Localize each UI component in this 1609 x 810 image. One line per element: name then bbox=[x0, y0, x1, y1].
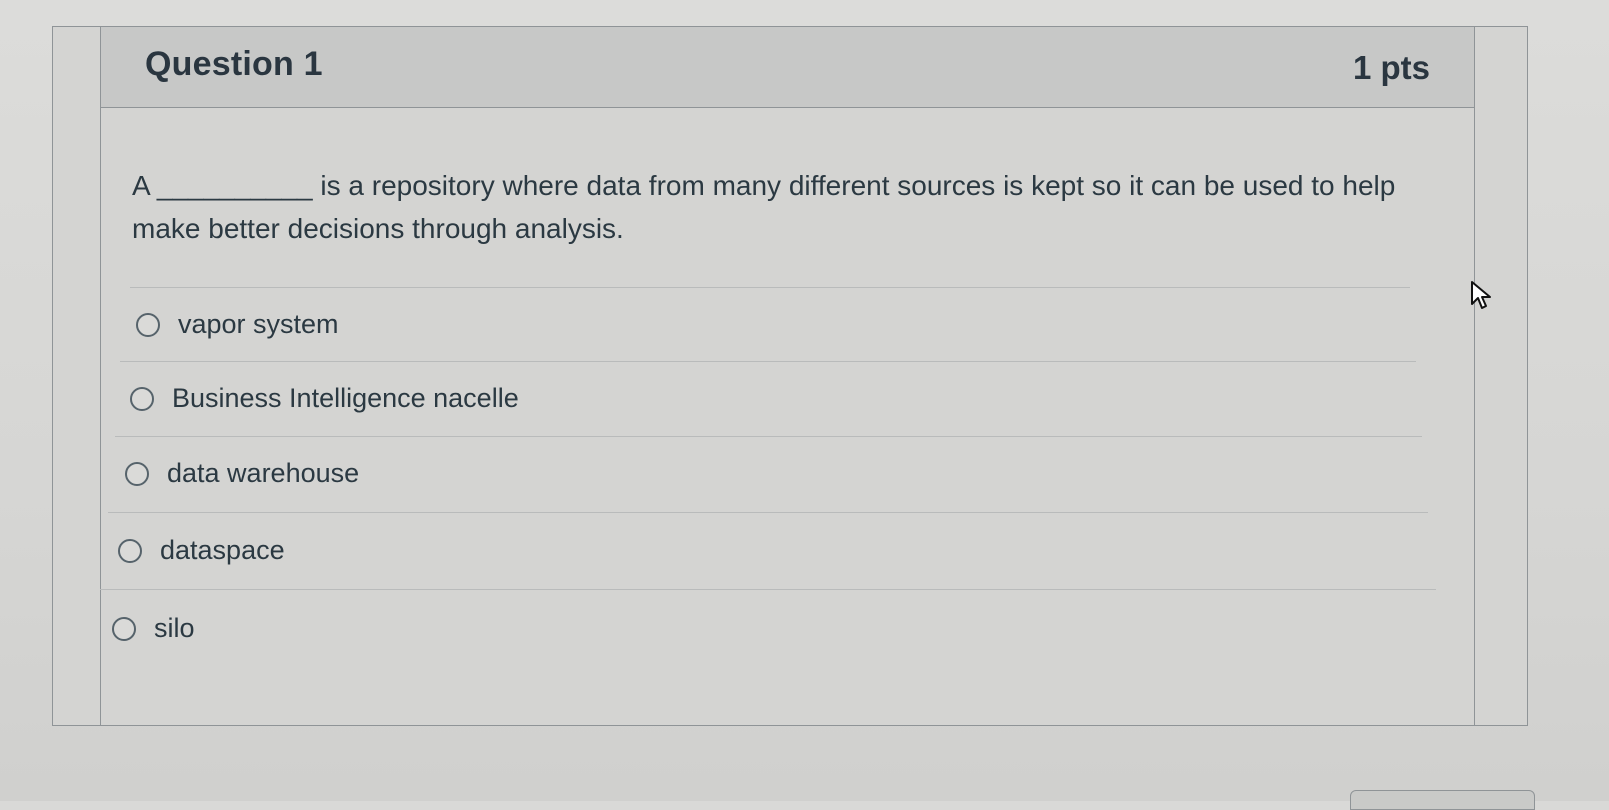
answer-option-data-warehouse[interactable]: data warehouse bbox=[125, 458, 359, 489]
answer-label: dataspace bbox=[160, 535, 285, 565]
radio-button-icon[interactable] bbox=[136, 312, 160, 337]
answer-label: data warehouse bbox=[167, 458, 360, 488]
answer-option-business-intelligence-nacelle[interactable]: Business Intelligence nacelle bbox=[130, 383, 519, 414]
radio-button-icon[interactable] bbox=[125, 461, 149, 486]
question-text: A __________ is a repository where data … bbox=[132, 170, 1396, 244]
answer-label: Business Intelligence nacelle bbox=[172, 383, 519, 413]
answer-divider bbox=[130, 287, 1410, 288]
question-points: 1 pts bbox=[1352, 49, 1430, 86]
answer-label: silo bbox=[154, 613, 195, 643]
radio-button-icon[interactable] bbox=[118, 538, 142, 563]
question-header: Question 1 1 pts bbox=[100, 26, 1475, 108]
radio-button-icon[interactable] bbox=[112, 616, 136, 641]
answer-divider bbox=[120, 361, 1416, 362]
answer-option-dataspace[interactable]: dataspace bbox=[118, 535, 285, 566]
radio-button-icon[interactable] bbox=[130, 386, 154, 411]
answer-divider bbox=[100, 589, 1436, 590]
question-title: Question 1 bbox=[145, 45, 323, 83]
mouse-pointer-icon bbox=[1471, 281, 1491, 309]
answer-divider bbox=[115, 436, 1422, 437]
answer-divider bbox=[108, 512, 1428, 513]
answer-option-silo[interactable]: silo bbox=[112, 613, 195, 644]
partial-bottom-button[interactable] bbox=[1350, 790, 1535, 810]
answer-option-vapor-system[interactable]: vapor system bbox=[136, 309, 339, 340]
answer-label: vapor system bbox=[178, 309, 339, 339]
